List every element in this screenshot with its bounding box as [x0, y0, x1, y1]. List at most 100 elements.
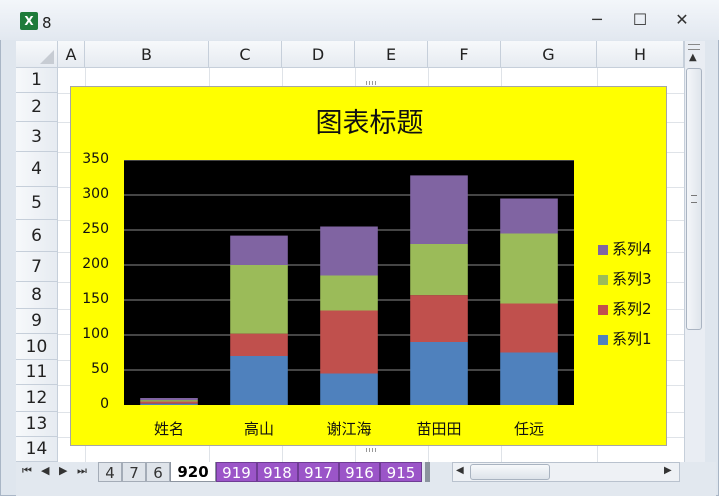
legend-item[interactable]: 系列1	[598, 328, 652, 349]
row-header-14[interactable]: 14	[16, 437, 58, 462]
legend-item[interactable]: 系列2	[598, 298, 652, 319]
bar-segment-2-3[interactable]	[320, 310, 378, 374]
scroll-right-icon[interactable]: ▶	[664, 465, 672, 476]
scroll-up-icon[interactable]: ▲	[689, 52, 697, 63]
legend-label: 系列1	[612, 330, 652, 348]
sheet-tab-6[interactable]: 6	[146, 462, 170, 482]
column-header-b[interactable]: B	[85, 41, 209, 68]
row-header-7[interactable]: 7	[16, 252, 58, 282]
row-header-8[interactable]: 8	[16, 282, 58, 309]
y-tick-label: 100	[82, 326, 109, 342]
column-header-a[interactable]: A	[58, 41, 85, 68]
x-tick-label: 谢江海	[326, 420, 372, 438]
bar-segment-2-1[interactable]	[140, 401, 198, 404]
row-header-11[interactable]: 11	[16, 360, 58, 385]
column-header-f[interactable]: F	[428, 41, 501, 68]
sheet-tab-917[interactable]: 917	[298, 462, 339, 482]
bar-segment-4-2[interactable]	[230, 235, 288, 265]
x-tick-label: 姓名	[153, 420, 184, 438]
bar-segment-1-2[interactable]	[230, 356, 288, 405]
select-all-corner[interactable]	[16, 41, 58, 68]
legend-swatch	[598, 274, 608, 285]
row-header-1[interactable]: 1	[16, 68, 58, 93]
row-header-12[interactable]: 12	[16, 385, 58, 412]
row-header-5[interactable]: 5	[16, 187, 58, 220]
row-header-13[interactable]: 13	[16, 412, 58, 437]
y-tick-label: 0	[100, 396, 109, 412]
legend-label: 系列4	[612, 240, 652, 258]
y-tick-label: 50	[91, 361, 109, 377]
row-header-3[interactable]: 3	[16, 122, 58, 152]
scroll-left-icon[interactable]: ◀	[456, 465, 464, 476]
column-header-d[interactable]: D	[282, 41, 355, 68]
chart-resize-handle-bottom[interactable]	[366, 448, 376, 452]
sheet-tab-4[interactable]: 4	[98, 462, 122, 482]
tab-split-handle[interactable]	[425, 462, 430, 482]
bar-segment-4-5[interactable]	[500, 198, 558, 234]
next-sheet-icon[interactable]: ▶	[59, 464, 67, 477]
chart-area[interactable]: 图表标题 0 50 100 150 200 250 300 350 姓名 高山 谢江海 苗田田 任远 …	[70, 86, 667, 446]
row-header-10[interactable]: 10	[16, 334, 58, 360]
last-sheet-icon[interactable]: ⏭	[77, 464, 87, 478]
vertical-scroll-thumb[interactable]	[686, 68, 702, 330]
bar-segment-1-1[interactable]	[140, 403, 198, 405]
sheet-tab-920[interactable]: 920	[170, 462, 216, 482]
bar-segment-3-2[interactable]	[230, 265, 288, 334]
bar-segment-3-4[interactable]	[410, 244, 468, 296]
y-tick-label: 300	[82, 186, 109, 202]
bar-segment-3-1[interactable]	[140, 400, 198, 402]
sheet-tab-916[interactable]: 916	[339, 462, 380, 482]
sheet-tab-915[interactable]: 915	[380, 462, 422, 482]
sheet-tab-918[interactable]: 918	[257, 462, 298, 482]
minimize-button[interactable]: ─	[585, 10, 609, 30]
y-tick-label: 150	[82, 291, 109, 307]
legend-label: 系列2	[612, 300, 652, 318]
bar-segment-1-5[interactable]	[500, 352, 558, 406]
excel-app-icon: X	[20, 12, 38, 30]
bar-segment-2-5[interactable]	[500, 303, 558, 353]
legend-item[interactable]: 系列4	[598, 238, 652, 259]
row-header-9[interactable]: 9	[16, 309, 58, 334]
plot-svg	[124, 159, 574, 406]
legend-swatch	[598, 334, 608, 345]
close-button[interactable]: ✕	[670, 10, 694, 30]
bar-segment-1-4[interactable]	[410, 342, 468, 405]
bar-segment-4-1[interactable]	[140, 398, 198, 401]
legend-item[interactable]: 系列3	[598, 268, 652, 289]
chart-title[interactable]: 图表标题	[71, 101, 668, 140]
y-tick-label: 350	[82, 151, 109, 167]
bar-segment-2-4[interactable]	[410, 295, 468, 342]
bar-segment-4-3[interactable]	[320, 226, 378, 276]
column-header-h[interactable]: H	[597, 41, 684, 68]
bar-segment-3-3[interactable]	[320, 275, 378, 311]
sheet-tab-7[interactable]: 7	[122, 462, 146, 482]
x-tick-label: 任远	[513, 420, 544, 438]
select-all-triangle-icon	[40, 50, 54, 64]
bar-segment-2-2[interactable]	[230, 333, 288, 356]
prev-sheet-icon[interactable]: ◀	[41, 464, 49, 477]
horizontal-scroll-thumb[interactable]	[470, 464, 550, 480]
first-sheet-icon[interactable]: ⏮	[22, 464, 32, 478]
title-bar	[0, 0, 719, 40]
y-tick-label: 250	[82, 221, 109, 237]
column-header-e[interactable]: E	[355, 41, 428, 68]
split-box-icon[interactable]	[688, 44, 700, 50]
row-header-6[interactable]: 6	[16, 220, 58, 252]
x-tick-label: 高山	[243, 420, 274, 438]
sheet-tab-919[interactable]: 919	[216, 462, 257, 482]
bar-segment-4-4[interactable]	[410, 175, 468, 244]
column-header-c[interactable]: C	[209, 41, 282, 68]
x-tick-label: 苗田田	[416, 420, 462, 438]
maximize-button[interactable]: ☐	[628, 10, 652, 30]
legend-label: 系列3	[612, 270, 652, 288]
bar-segment-1-3[interactable]	[320, 373, 378, 406]
chart-resize-handle-top[interactable]	[366, 81, 376, 85]
bar-segment-3-5[interactable]	[500, 233, 558, 304]
row-header-4[interactable]: 4	[16, 152, 58, 187]
legend-swatch	[598, 304, 608, 315]
plot-area[interactable]	[124, 159, 574, 406]
window-title: 8	[42, 14, 52, 32]
column-header-g[interactable]: G	[501, 41, 597, 68]
grip-icon	[691, 195, 697, 203]
row-header-2[interactable]: 2	[16, 93, 58, 122]
